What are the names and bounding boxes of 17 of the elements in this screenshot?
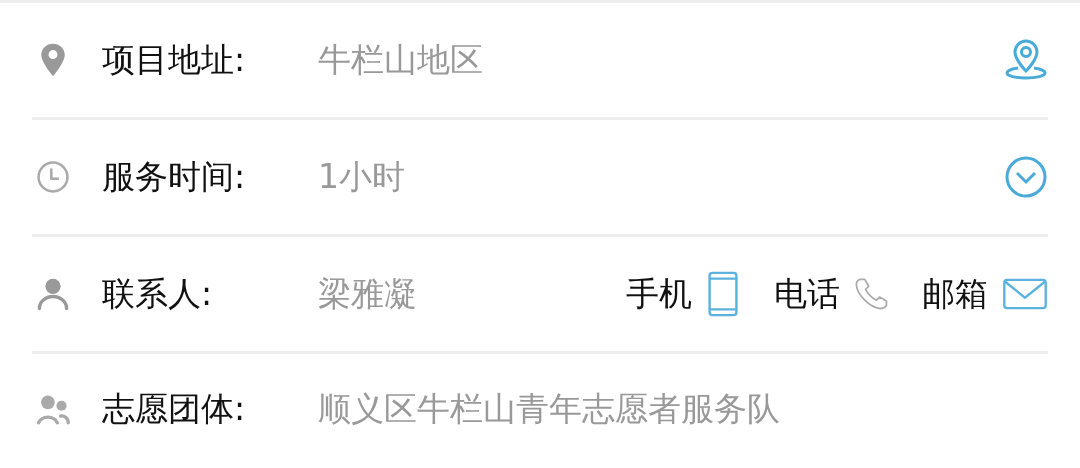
- map-pin-icon[interactable]: [1004, 38, 1048, 82]
- person-icon: [36, 276, 70, 312]
- mobile-phone-icon: [706, 271, 740, 317]
- field-value: 牛栏山地区: [318, 38, 484, 81]
- field-label: 服务时间:: [102, 155, 247, 198]
- field-label: 志愿团体:: [102, 388, 247, 430]
- field-label: 联系人:: [102, 272, 214, 315]
- field-value: 梁雅凝: [318, 272, 418, 315]
- field-value: 1小时: [318, 155, 406, 198]
- clock-icon: [36, 159, 70, 195]
- field-label: 项目地址:: [102, 38, 247, 81]
- field-value: 顺义区牛栏山青年志愿者服务队: [318, 388, 781, 430]
- dropdown-icon[interactable]: [1004, 155, 1048, 199]
- contact-button[interactable]: 电话: [774, 271, 888, 317]
- contact-button[interactable]: 邮箱: [922, 271, 1048, 317]
- mail-icon: [1002, 278, 1048, 310]
- contact-button[interactable]: 手机: [626, 271, 740, 317]
